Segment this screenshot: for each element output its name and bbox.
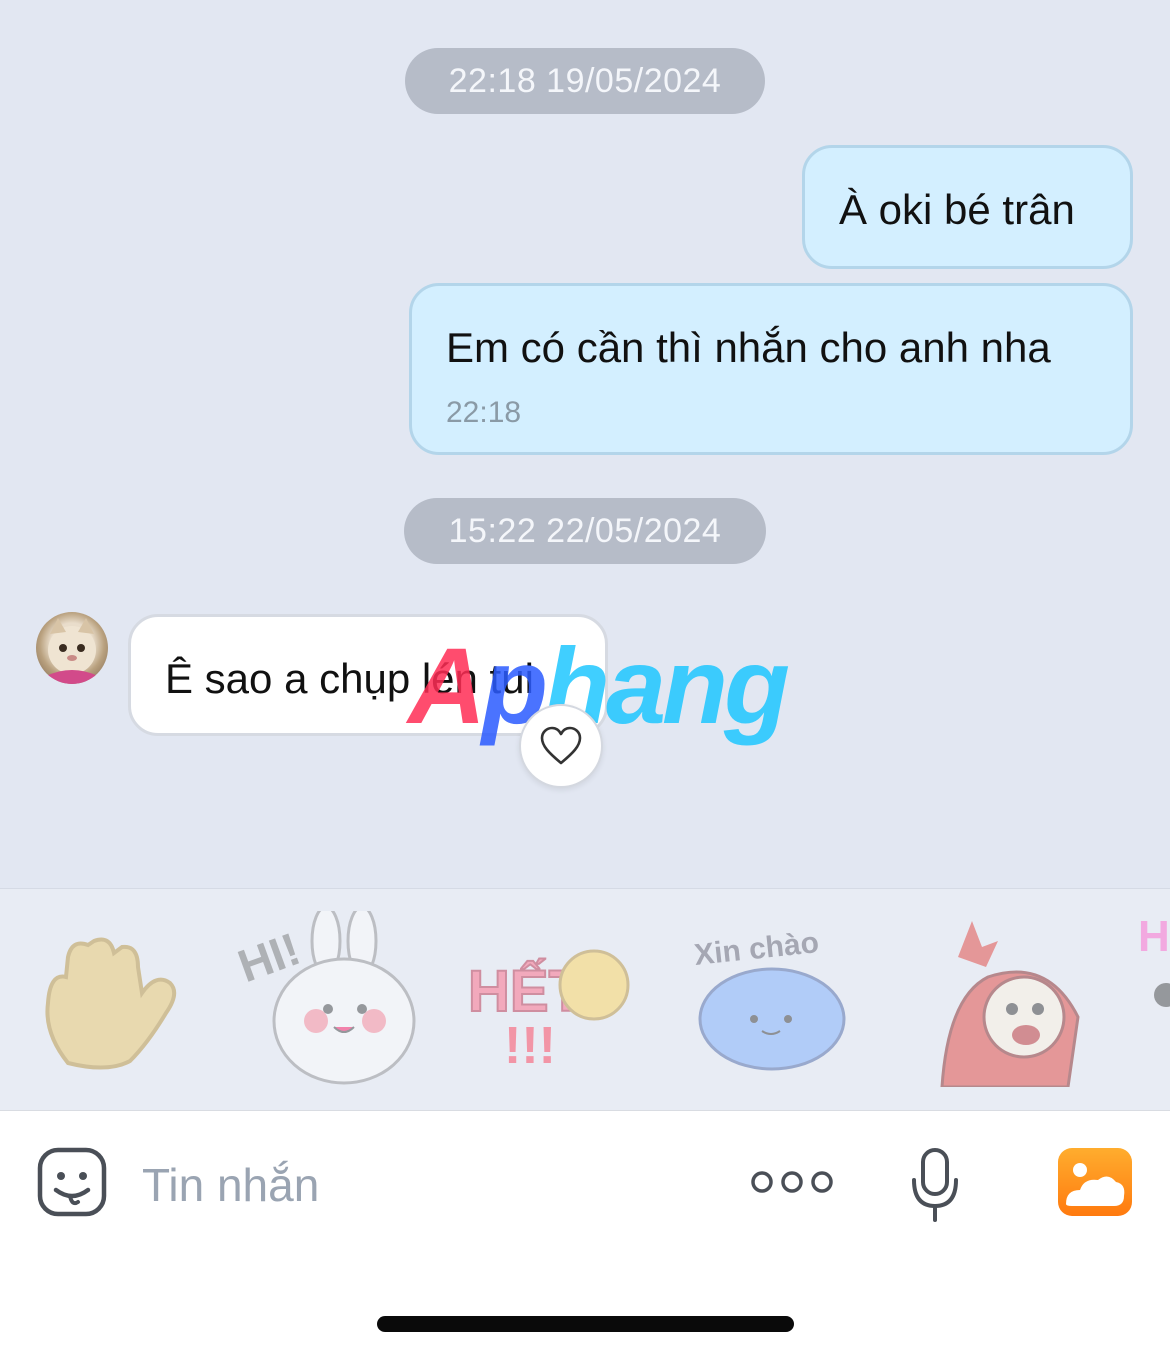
message-bubble-outgoing[interactable]: Em có cần thì nhắn cho anh nha 22:18: [409, 283, 1133, 455]
react-heart-button[interactable]: [519, 704, 603, 788]
date-separator: 22:18 19/05/2024: [405, 48, 765, 114]
svg-text:!!!: !!!: [504, 1017, 556, 1071]
photo-gallery-icon: [1058, 1148, 1132, 1216]
message-input[interactable]: Tin nhắn: [142, 1158, 319, 1212]
home-indicator: [377, 1316, 794, 1332]
svg-text:Xin chào: Xin chào: [693, 926, 821, 972]
sticker-suggestion-bar[interactable]: HI! HẾT !!! Xin chào H: [0, 888, 1170, 1110]
date-separator: 15:22 22/05/2024: [404, 498, 766, 564]
message-timestamp: 22:18: [446, 396, 522, 429]
message-bubble-outgoing[interactable]: À oki bé trân: [802, 145, 1133, 269]
svg-text:H: H: [1138, 912, 1170, 961]
chat-area[interactable]: 22:18 19/05/2024 À oki bé trân Em có cần…: [0, 0, 1170, 888]
xin-chao-sticker[interactable]: Xin chào: [692, 919, 862, 1089]
microphone-icon: [912, 1148, 958, 1222]
het-sticker[interactable]: HẾT !!!: [467, 941, 658, 1076]
more-dots-icon: [751, 1171, 833, 1193]
partial-sticker[interactable]: H: [1136, 907, 1170, 1022]
emoji-sticker-button[interactable]: [36, 1146, 108, 1218]
message-text: Em có cần thì nhắn cho anh nha: [446, 324, 1051, 371]
gallery-button[interactable]: [1058, 1148, 1132, 1216]
cat-avatar-image: [46, 618, 98, 684]
smiley-sticker-icon: [37, 1147, 107, 1217]
avatar[interactable]: [36, 612, 108, 684]
message-text: À oki bé trân: [839, 186, 1075, 233]
voice-record-button[interactable]: [910, 1148, 960, 1222]
wave-hand-sticker[interactable]: [38, 933, 183, 1078]
heart-icon: [540, 726, 582, 765]
hi-bunny-sticker[interactable]: HI!: [231, 905, 436, 1096]
more-options-button[interactable]: [750, 1166, 834, 1198]
monkey-sticker[interactable]: [938, 917, 1088, 1092]
